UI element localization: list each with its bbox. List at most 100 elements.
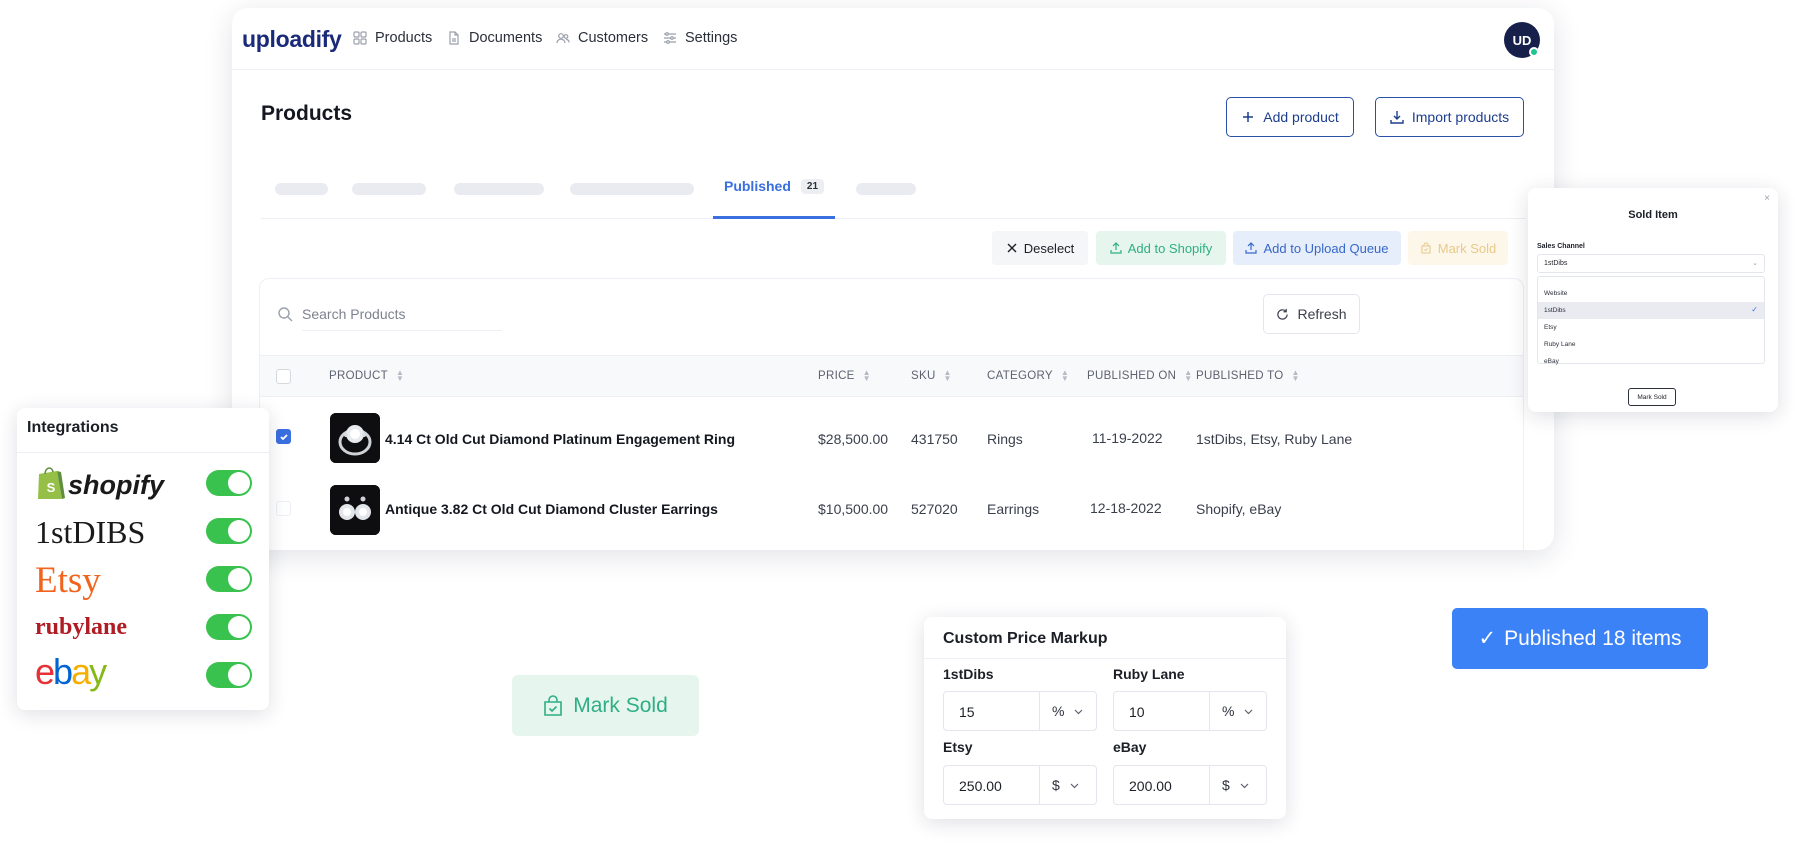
sales-channel-select[interactable]: 1stDibs ⌄ [1537, 254, 1765, 273]
row-checkbox[interactable] [276, 501, 291, 516]
column-header-published-to[interactable]: PUBLISHED TO ▲ ▼ [1196, 368, 1300, 383]
mark-sold-chip-label: Mark Sold [573, 693, 668, 717]
tab-placeholder[interactable] [856, 183, 916, 195]
sort-icon: ▲ ▼ [1291, 368, 1300, 383]
sales-channel-label: Sales Channel [1537, 243, 1585, 250]
table-row[interactable]: 4.14 Ct Old Cut Diamond Platinum Engagem… [260, 405, 1523, 471]
add-to-shopify-button[interactable]: Add to Shopify [1096, 231, 1226, 265]
table-row[interactable]: Antique 3.82 Ct Old Cut Diamond Cluster … [260, 477, 1523, 543]
column-header-category[interactable]: CATEGORY ▲ ▼ [987, 368, 1070, 383]
import-products-label: Import products [1411, 109, 1510, 125]
shopify-wordmark: shopify [68, 470, 166, 500]
markup-value-input[interactable]: 250.00 [944, 766, 1040, 804]
check-icon [279, 433, 288, 440]
page-title: Products [261, 102, 353, 125]
tab-placeholder[interactable] [454, 183, 544, 195]
sold-item-modal: × Sold Item Sales Channel 1stDibs ⌄ Webs… [1528, 188, 1778, 412]
etsy-toggle[interactable] [206, 566, 252, 592]
rubylane-toggle[interactable] [206, 614, 252, 640]
chevron-down-icon [1240, 783, 1249, 789]
shopify-toggle[interactable] [206, 470, 252, 496]
markup-field-ruby-lane: 10 % [1113, 691, 1267, 731]
shopping-bag-icon [1421, 242, 1431, 254]
search-icon [278, 307, 293, 322]
chevron-down-icon [1245, 709, 1253, 715]
add-to-upload-queue-button[interactable]: Add to Upload Queue [1233, 231, 1401, 265]
product-thumbnail-ring[interactable] [330, 413, 380, 463]
option-website[interactable]: Website [1538, 285, 1764, 302]
document-icon [449, 31, 459, 45]
option-label: 1stDibs [1544, 307, 1566, 314]
sliders-icon [664, 32, 676, 44]
markup-unit-select[interactable]: $ [1040, 766, 1096, 804]
markup-unit-select[interactable]: % [1210, 692, 1266, 730]
toggle-knob [228, 520, 250, 542]
markup-value-input[interactable]: 200.00 [1114, 766, 1210, 804]
check-icon: ✓ [1478, 627, 1497, 650]
column-header-price[interactable]: PRICE ▲ ▼ [818, 369, 871, 383]
import-products-button[interactable]: Import products [1375, 97, 1524, 137]
select-all-checkbox[interactable] [276, 369, 291, 384]
divider [17, 452, 269, 453]
column-header-product[interactable]: PRODUCT ▲ ▼ [329, 369, 404, 383]
tab-placeholder[interactable] [352, 183, 426, 195]
tab-placeholder[interactable] [275, 183, 328, 195]
markup-title: Custom Price Markup [943, 630, 1108, 647]
integrations-title: Integrations [27, 419, 119, 436]
deselect-button[interactable]: Deselect [992, 231, 1088, 265]
search-input[interactable] [302, 297, 502, 331]
column-header-label: PRICE [818, 370, 855, 382]
column-header-sku[interactable]: SKU ▲ ▼ [911, 368, 952, 383]
column-header-label: PUBLISHED ON [1087, 370, 1177, 382]
row-checkbox[interactable] [276, 429, 291, 444]
product-price: $10,500.00 [818, 501, 889, 517]
close-icon[interactable]: × [1764, 193, 1770, 204]
product-name[interactable]: 4.14 Ct Old Cut Diamond Platinum Engagem… [385, 431, 735, 447]
product-published-to: Shopify, eBay [1196, 501, 1282, 517]
toggle-knob [228, 472, 250, 494]
markup-unit-select[interactable]: $ [1210, 766, 1266, 804]
chevron-down-icon: ⌄ [1752, 260, 1758, 267]
option-1stdibs[interactable]: 1stDibs ✓ [1538, 302, 1764, 319]
markup-unit-select[interactable]: % [1040, 692, 1096, 730]
product-name[interactable]: Antique 3.82 Ct Old Cut Diamond Cluster … [385, 501, 718, 517]
markup-field-ebay: 200.00 $ [1113, 765, 1267, 805]
ebay-wordmark: ebay [35, 654, 107, 692]
1stdibs-toggle[interactable] [206, 518, 252, 544]
sort-icon: ▲ ▼ [1060, 368, 1070, 383]
markup-value-input[interactable]: 10 [1114, 692, 1210, 730]
nav-item-settings[interactable]: Settings [663, 30, 737, 46]
mark-sold-chip[interactable]: Mark Sold [512, 675, 699, 736]
mark-sold-label: Mark Sold [1437, 240, 1497, 256]
column-header-label: SKU [911, 370, 936, 382]
option-etsy[interactable]: Etsy [1538, 319, 1764, 336]
tab-published[interactable]: Published 21 [713, 156, 835, 219]
mark-sold-button[interactable]: Mark Sold [1408, 231, 1508, 265]
markup-value-input[interactable]: 15 [944, 692, 1040, 730]
option-ebay[interactable]: eBay [1538, 353, 1764, 370]
refresh-label: Refresh [1297, 306, 1347, 322]
uploadify-logo[interactable]: uploadify [242, 26, 342, 53]
tab-placeholder[interactable] [570, 183, 694, 195]
nav-item-customers[interactable]: Customers [556, 30, 648, 46]
option-ruby-lane[interactable]: Ruby Lane [1538, 336, 1764, 353]
shopify-logo: S shopify [35, 465, 185, 508]
add-product-button[interactable]: Add product [1226, 97, 1354, 137]
refresh-button[interactable]: Refresh [1263, 294, 1360, 334]
etsy-wordmark: Etsy [35, 561, 101, 601]
refresh-icon [1277, 308, 1289, 320]
product-published-on: 12-18-2022 [1090, 500, 1162, 516]
ebay-toggle[interactable] [206, 662, 252, 688]
chevron-down-icon [1070, 783, 1079, 789]
product-category: Rings [987, 431, 1023, 447]
upload-icon [1110, 242, 1122, 254]
modal-mark-sold-button[interactable]: Mark Sold [1628, 388, 1676, 406]
product-thumbnail-earrings[interactable] [330, 485, 380, 535]
toggle-knob [228, 616, 250, 638]
nav-item-documents[interactable]: Documents [447, 30, 542, 46]
nav-item-label: Documents [469, 30, 543, 46]
1stdibs-logo: 1stDIBS [35, 513, 185, 556]
nav-item-products[interactable]: Products [353, 30, 432, 46]
column-header-published-on[interactable]: PUBLISHED ON ▲ ▼ [1087, 369, 1192, 383]
sort-icon: ▲ ▼ [943, 368, 952, 383]
